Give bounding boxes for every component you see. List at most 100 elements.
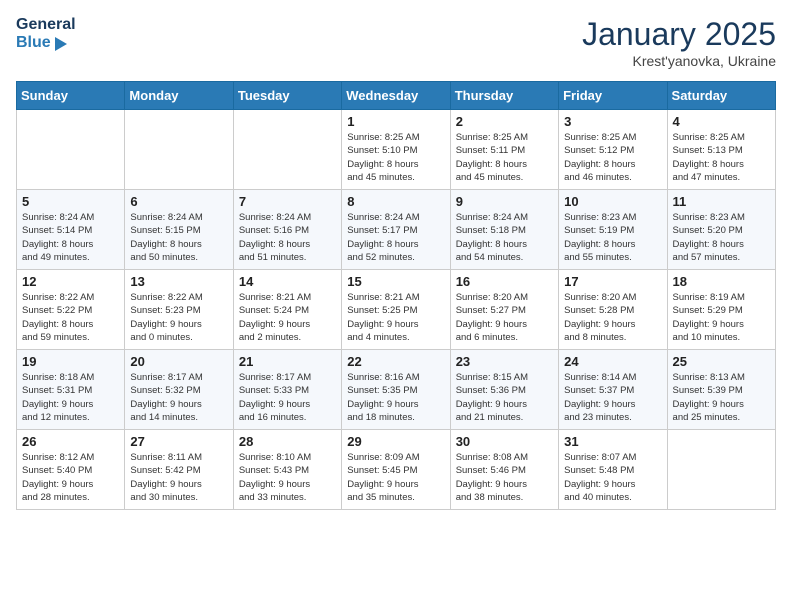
calendar-week-4: 19 Sunrise: 8:18 AM Sunset: 5:31 PM Dayli… (17, 350, 776, 430)
weekday-header-friday: Friday (559, 82, 667, 110)
location: Krest'yanovka, Ukraine (582, 53, 776, 69)
day-number: 13 (130, 274, 227, 289)
day-number: 10 (564, 194, 661, 209)
day-info: Sunrise: 8:09 AM Sunset: 5:45 PM Dayligh… (347, 451, 444, 504)
calendar-cell: 14 Sunrise: 8:21 AM Sunset: 5:24 PM Dayli… (233, 270, 341, 350)
day-info: Sunrise: 8:20 AM Sunset: 5:27 PM Dayligh… (456, 291, 553, 344)
day-info: Sunrise: 8:25 AM Sunset: 5:11 PM Dayligh… (456, 131, 553, 184)
day-number: 22 (347, 354, 444, 369)
day-number: 23 (456, 354, 553, 369)
calendar-cell: 27 Sunrise: 8:11 AM Sunset: 5:42 PM Dayli… (125, 430, 233, 510)
day-number: 25 (673, 354, 770, 369)
day-info: Sunrise: 8:17 AM Sunset: 5:32 PM Dayligh… (130, 371, 227, 424)
calendar-cell: 23 Sunrise: 8:15 AM Sunset: 5:36 PM Dayli… (450, 350, 558, 430)
calendar-cell: 31Sunrise: 8:07 AM Sunset: 5:48 PM Dayli… (559, 430, 667, 510)
day-number: 5 (22, 194, 119, 209)
calendar-cell: 30 Sunrise: 8:08 AM Sunset: 5:46 PM Dayli… (450, 430, 558, 510)
day-info: Sunrise: 8:08 AM Sunset: 5:46 PM Dayligh… (456, 451, 553, 504)
calendar-cell: 16 Sunrise: 8:20 AM Sunset: 5:27 PM Dayli… (450, 270, 558, 350)
day-info: Sunrise: 8:19 AM Sunset: 5:29 PM Dayligh… (673, 291, 770, 344)
calendar-cell: 4Sunrise: 8:25 AM Sunset: 5:13 PM Daylig… (667, 110, 775, 190)
day-info: Sunrise: 8:18 AM Sunset: 5:31 PM Dayligh… (22, 371, 119, 424)
calendar-cell: 15 Sunrise: 8:21 AM Sunset: 5:25 PM Dayli… (342, 270, 450, 350)
day-number: 16 (456, 274, 553, 289)
day-info: Sunrise: 8:07 AM Sunset: 5:48 PM Dayligh… (564, 451, 661, 504)
day-number: 6 (130, 194, 227, 209)
logo-blue: Blue (16, 34, 76, 52)
calendar-cell: 5 Sunrise: 8:24 AM Sunset: 5:14 PM Daylig… (17, 190, 125, 270)
calendar-cell: 20 Sunrise: 8:17 AM Sunset: 5:32 PM Dayli… (125, 350, 233, 430)
calendar-week-3: 12 Sunrise: 8:22 AM Sunset: 5:22 PM Dayli… (17, 270, 776, 350)
day-number: 12 (22, 274, 119, 289)
day-info: Sunrise: 8:25 AM Sunset: 5:12 PM Dayligh… (564, 131, 661, 184)
logo-text-block: GeneralBlue (16, 16, 76, 53)
calendar-cell: 26 Sunrise: 8:12 AM Sunset: 5:40 PM Dayli… (17, 430, 125, 510)
day-number: 15 (347, 274, 444, 289)
day-info: Sunrise: 8:25 AM Sunset: 5:13 PM Dayligh… (673, 131, 770, 184)
day-number: 3 (564, 114, 661, 129)
day-number: 30 (456, 434, 553, 449)
calendar-cell: 29 Sunrise: 8:09 AM Sunset: 5:45 PM Dayli… (342, 430, 450, 510)
calendar-cell: 21 Sunrise: 8:17 AM Sunset: 5:33 PM Dayli… (233, 350, 341, 430)
calendar-cell: 2 Sunrise: 8:25 AM Sunset: 5:11 PM Daylig… (450, 110, 558, 190)
day-number: 27 (130, 434, 227, 449)
day-info: Sunrise: 8:15 AM Sunset: 5:36 PM Dayligh… (456, 371, 553, 424)
logo-general: General (16, 16, 76, 34)
day-info: Sunrise: 8:24 AM Sunset: 5:15 PM Dayligh… (130, 211, 227, 264)
weekday-header-wednesday: Wednesday (342, 82, 450, 110)
day-info: Sunrise: 8:25 AM Sunset: 5:10 PM Dayligh… (347, 131, 444, 184)
calendar-cell: 1 Sunrise: 8:25 AM Sunset: 5:10 PM Daylig… (342, 110, 450, 190)
day-info: Sunrise: 8:10 AM Sunset: 5:43 PM Dayligh… (239, 451, 336, 504)
weekday-header-monday: Monday (125, 82, 233, 110)
day-info: Sunrise: 8:21 AM Sunset: 5:24 PM Dayligh… (239, 291, 336, 344)
day-info: Sunrise: 8:14 AM Sunset: 5:37 PM Dayligh… (564, 371, 661, 424)
calendar-cell: 28 Sunrise: 8:10 AM Sunset: 5:43 PM Dayli… (233, 430, 341, 510)
day-info: Sunrise: 8:23 AM Sunset: 5:20 PM Dayligh… (673, 211, 770, 264)
day-number: 9 (456, 194, 553, 209)
calendar-table: SundayMondayTuesdayWednesdayThursdayFrid… (16, 81, 776, 510)
calendar-cell: 24Sunrise: 8:14 AM Sunset: 5:37 PM Dayli… (559, 350, 667, 430)
calendar-cell: 10Sunrise: 8:23 AM Sunset: 5:19 PM Dayli… (559, 190, 667, 270)
weekday-header-tuesday: Tuesday (233, 82, 341, 110)
calendar-cell: 9Sunrise: 8:24 AM Sunset: 5:18 PM Daylig… (450, 190, 558, 270)
calendar-cell: 11Sunrise: 8:23 AM Sunset: 5:20 PM Dayli… (667, 190, 775, 270)
calendar-cell: 7Sunrise: 8:24 AM Sunset: 5:16 PM Daylig… (233, 190, 341, 270)
logo: GeneralBlue (16, 16, 76, 53)
day-number: 29 (347, 434, 444, 449)
calendar-cell (17, 110, 125, 190)
calendar-cell (125, 110, 233, 190)
day-number: 14 (239, 274, 336, 289)
day-info: Sunrise: 8:24 AM Sunset: 5:14 PM Dayligh… (22, 211, 119, 264)
day-number: 8 (347, 194, 444, 209)
day-number: 20 (130, 354, 227, 369)
day-number: 26 (22, 434, 119, 449)
day-info: Sunrise: 8:11 AM Sunset: 5:42 PM Dayligh… (130, 451, 227, 504)
day-info: Sunrise: 8:24 AM Sunset: 5:16 PM Dayligh… (239, 211, 336, 264)
day-number: 21 (239, 354, 336, 369)
day-info: Sunrise: 8:17 AM Sunset: 5:33 PM Dayligh… (239, 371, 336, 424)
calendar-cell: 22 Sunrise: 8:16 AM Sunset: 5:35 PM Dayli… (342, 350, 450, 430)
calendar-cell: 8Sunrise: 8:24 AM Sunset: 5:17 PM Daylig… (342, 190, 450, 270)
day-number: 2 (456, 114, 553, 129)
weekday-header-saturday: Saturday (667, 82, 775, 110)
weekday-header-sunday: Sunday (17, 82, 125, 110)
calendar-cell: 6 Sunrise: 8:24 AM Sunset: 5:15 PM Daylig… (125, 190, 233, 270)
day-info: Sunrise: 8:12 AM Sunset: 5:40 PM Dayligh… (22, 451, 119, 504)
day-info: Sunrise: 8:21 AM Sunset: 5:25 PM Dayligh… (347, 291, 444, 344)
page-header: GeneralBlue January 2025 Krest'yanovka, … (16, 16, 776, 69)
calendar-cell: 25Sunrise: 8:13 AM Sunset: 5:39 PM Dayli… (667, 350, 775, 430)
day-number: 18 (673, 274, 770, 289)
day-number: 17 (564, 274, 661, 289)
day-number: 19 (22, 354, 119, 369)
weekday-header-thursday: Thursday (450, 82, 558, 110)
calendar-cell: 17 Sunrise: 8:20 AM Sunset: 5:28 PM Dayli… (559, 270, 667, 350)
month-title: January 2025 (582, 16, 776, 53)
calendar-cell (667, 430, 775, 510)
day-info: Sunrise: 8:22 AM Sunset: 5:22 PM Dayligh… (22, 291, 119, 344)
day-number: 1 (347, 114, 444, 129)
title-block: January 2025 Krest'yanovka, Ukraine (582, 16, 776, 69)
calendar-cell: 13Sunrise: 8:22 AM Sunset: 5:23 PM Dayli… (125, 270, 233, 350)
day-number: 28 (239, 434, 336, 449)
day-info: Sunrise: 8:16 AM Sunset: 5:35 PM Dayligh… (347, 371, 444, 424)
day-info: Sunrise: 8:20 AM Sunset: 5:28 PM Dayligh… (564, 291, 661, 344)
